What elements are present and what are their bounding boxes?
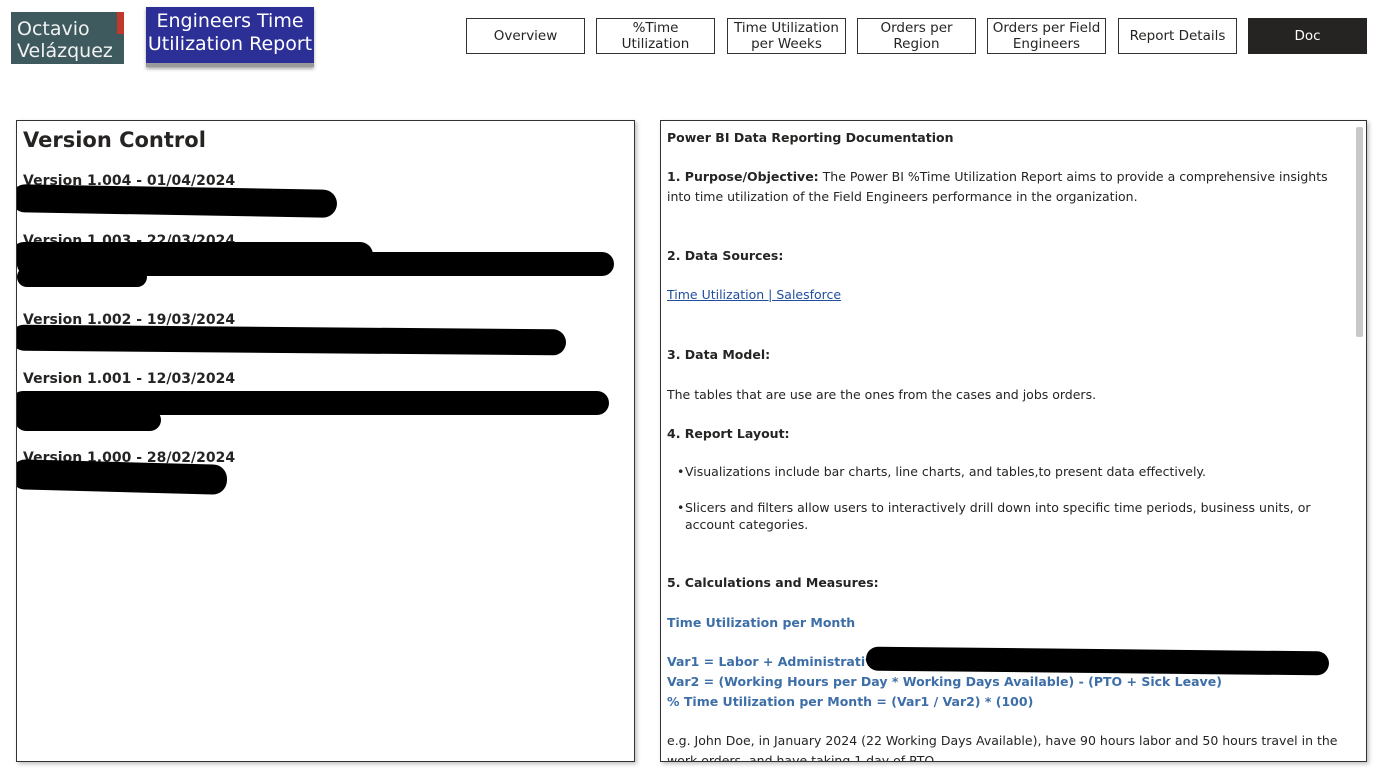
redaction-mark <box>17 409 161 431</box>
redaction-mark <box>17 267 147 287</box>
salesforce-link[interactable]: Time Utilization | Salesforce <box>667 287 841 302</box>
doc-var2: Var2 = (Working Hours per Day * Working … <box>667 674 1222 689</box>
report-title-line-1: Engineers Time <box>156 10 304 32</box>
nav-doc-button[interactable]: Doc <box>1248 18 1367 54</box>
doc-example: e.g. John Doe, in January 2024 (22 Worki… <box>667 733 1338 762</box>
doc-calc-subtitle: Time Utilization per Month <box>667 615 856 630</box>
doc-report-layout-heading: 4. Report Layout: <box>667 426 790 441</box>
nav-time-utilization-button[interactable]: %Time Utilization <box>596 18 715 54</box>
doc-title: Power BI Data Reporting Documentation <box>667 130 954 145</box>
version-control-heading: Version Control <box>23 128 206 152</box>
nav-time-utilization-weeks-button[interactable]: Time Utilization per Weeks <box>727 18 846 54</box>
doc-purpose-label: 1. Purpose/Objective: <box>667 169 819 184</box>
redaction-mark <box>17 324 567 356</box>
doc-purpose: 1. Purpose/Objective: The Power BI %Time… <box>667 167 1342 207</box>
bullet-dot-icon: • <box>677 464 685 479</box>
scrollbar-thumb[interactable] <box>1356 127 1363 337</box>
doc-formula: % Time Utilization per Month = (Var1 / V… <box>667 694 1034 709</box>
brand-logo: Octavio Velázquez <box>11 12 124 64</box>
redaction-mark <box>17 184 338 218</box>
nav-orders-engineers-button[interactable]: Orders per Field Engineers <box>987 18 1106 54</box>
doc-data-model-heading: 3. Data Model: <box>667 347 771 362</box>
nav-orders-region-button[interactable]: Orders per Region <box>857 18 976 54</box>
report-title-line-2: Utilization Report <box>147 33 313 55</box>
version-control-panel[interactable]: Version Control Version 1.004 - 01/04/20… <box>16 120 635 762</box>
nav-report-details-button[interactable]: Report Details <box>1118 18 1237 54</box>
doc-data-sources-heading: 2. Data Sources: <box>667 248 784 263</box>
doc-layout-bullet-text: Visualizations include bar charts, line … <box>685 464 1207 479</box>
bullet-dot-icon: • <box>677 500 685 515</box>
report-title: Engineers Time Utilization Report <box>146 7 314 67</box>
doc-calculations-heading: 5. Calculations and Measures: <box>667 575 879 590</box>
logo-line-2: Velázquez <box>17 40 113 62</box>
doc-data-model-text: The tables that are use are the ones fro… <box>667 387 1097 402</box>
logo-line-1: Octavio <box>17 18 90 40</box>
doc-layout-bullet-text: Slicers and filters allow users to inter… <box>685 500 1311 532</box>
doc-layout-bullet: • Visualizations include bar charts, lin… <box>677 463 1335 480</box>
documentation-panel[interactable]: Power BI Data Reporting Documentation 1.… <box>660 120 1367 762</box>
nav-overview-button[interactable]: Overview <box>466 18 585 54</box>
doc-data-sources-item: Time Utilization | Salesforce <box>667 285 1342 305</box>
logo-accent-mark <box>117 12 124 34</box>
doc-layout-bullet: • Slicers and filters allow users to int… <box>677 499 1335 533</box>
redaction-mark <box>17 459 228 495</box>
version-entry-1001: Version 1.001 - 12/03/2024 <box>23 371 236 387</box>
